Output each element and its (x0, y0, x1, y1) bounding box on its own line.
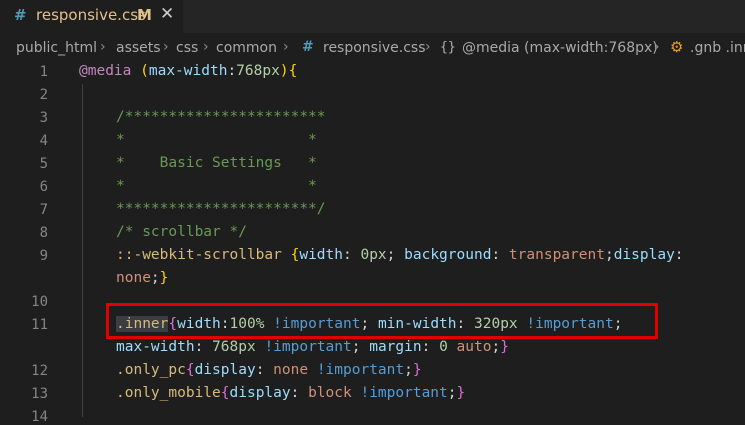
breadcrumb-separator: › (203, 39, 209, 55)
breadcrumb-css[interactable]: css (176, 40, 198, 56)
braces-icon: {} (440, 40, 456, 55)
property: max-width (116, 339, 195, 355)
property: max-width (148, 63, 228, 79)
breadcrumb-separator: › (654, 39, 660, 55)
breadcrumb-public-html[interactable]: public_html (16, 40, 97, 56)
brace: { (220, 385, 230, 401)
breadcrumb-assets[interactable]: assets (116, 40, 161, 56)
line-number: 10 (31, 294, 48, 310)
value: 0px (360, 247, 387, 263)
breadcrumb-responsive-css[interactable]: responsive.css (323, 40, 426, 56)
line-number: 13 (31, 386, 48, 402)
code-editor[interactable]: 1 2 3 4 5 6 7 8 9 10 11 12 13 14 @media … (0, 61, 745, 425)
line-number: 6 (39, 179, 48, 195)
tab-filename: responsive.css (36, 6, 146, 24)
tab-responsive-css[interactable]: # responsive.css M ✕ (0, 0, 183, 33)
line-number: 1 (39, 64, 48, 80)
value: 768px (236, 63, 280, 79)
brace: } (412, 362, 422, 378)
line-number: 2 (39, 87, 48, 103)
important: !important (316, 362, 405, 378)
code-line-12: .only_pc{display: none !important;} (116, 362, 422, 378)
breadcrumb-separator: › (425, 39, 431, 55)
code-line-4: * * (116, 132, 317, 148)
code-line-9-wrap: none;} (116, 270, 169, 286)
line-number: 9 (39, 248, 48, 264)
code-line-3: /*********************** (116, 109, 326, 125)
indent-guide (82, 84, 83, 417)
selector: ::-webkit-scrollbar (116, 247, 282, 263)
breadcrumb-gnb-inr[interactable]: .gnb .inr (690, 40, 745, 56)
css-file-icon: # (14, 6, 27, 24)
close-icon[interactable]: ✕ (160, 4, 174, 24)
value: 768px (212, 339, 256, 355)
breadcrumb-separator: › (100, 39, 106, 55)
selector: .only_pc (116, 362, 186, 378)
code-line-7: ***********************/ (116, 201, 326, 217)
breadcrumb-separator: › (283, 39, 289, 55)
line-number: 7 (39, 202, 48, 218)
value: none (116, 270, 151, 286)
code-line-9: ::-webkit-scrollbar {width: 0px; backgro… (116, 247, 684, 263)
paren: ) (279, 63, 289, 79)
symbol-class-icon: ⚙ (670, 38, 684, 56)
value: 0 (439, 339, 448, 355)
code-line-6: * * (116, 178, 317, 194)
line-number: 5 (39, 156, 48, 172)
code-line-13: .only_mobile{display: block !important;} (116, 385, 466, 401)
line-number: 8 (39, 225, 48, 241)
selector: .only_mobile (116, 385, 221, 401)
highlight-annotation-box (106, 303, 658, 339)
value: transparent (508, 247, 605, 263)
brace: } (456, 385, 466, 401)
css-file-icon: # (302, 39, 314, 55)
breadcrumb-separator: › (163, 39, 169, 55)
brace: } (500, 339, 509, 355)
breadcrumb: public_html › assets › css › common › # … (0, 33, 745, 63)
property: margin (369, 339, 422, 355)
important: !important (360, 385, 448, 401)
tab-bar: # responsive.css M ✕ (0, 0, 745, 33)
brace: } (159, 270, 169, 286)
property: display (229, 385, 291, 401)
colon: : (227, 63, 237, 79)
line-number: 3 (39, 110, 48, 126)
line-number: 12 (31, 363, 48, 379)
property: background (404, 247, 492, 263)
brace: { (288, 63, 298, 79)
line-number: 4 (39, 133, 48, 149)
line-number: 11 (31, 317, 48, 333)
code-line-11-wrap: max-width: 768px !important; margin: 0 a… (116, 339, 509, 355)
property: width (299, 247, 343, 263)
line-number: 14 (31, 409, 48, 425)
code-line-5: * Basic Settings * (116, 155, 317, 171)
breadcrumb-common[interactable]: common (216, 40, 277, 56)
modified-badge: M (137, 6, 152, 24)
property: display (613, 247, 675, 263)
property: display (194, 362, 256, 378)
important: !important (264, 339, 352, 355)
value: none (273, 362, 309, 378)
at-rule: @media (79, 63, 132, 79)
paren: ( (140, 63, 149, 79)
code-line-8: /* scrollbar */ (116, 224, 247, 240)
value: auto (456, 339, 492, 355)
code-line-1: @media (max-width:768px){ (79, 63, 297, 79)
breadcrumb-media[interactable]: @media (max-width:768px) (462, 40, 658, 56)
value: block (308, 385, 352, 401)
brace: { (185, 362, 195, 378)
